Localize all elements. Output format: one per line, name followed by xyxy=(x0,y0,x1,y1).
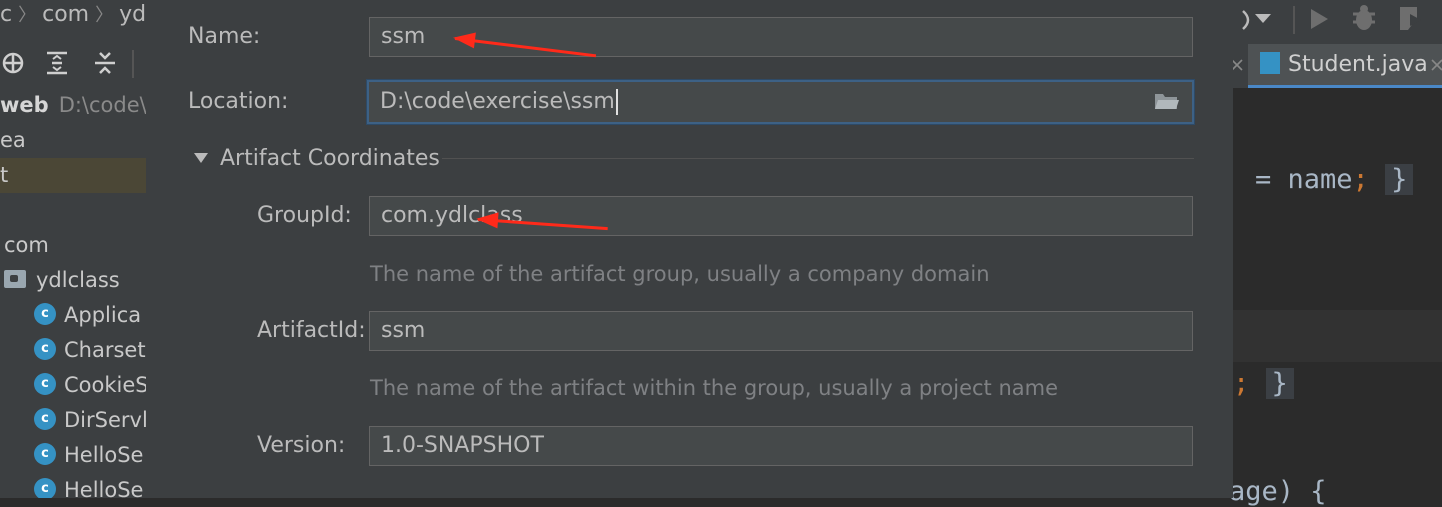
tree-row-label: HelloSe xyxy=(64,478,144,498)
collapse-all-icon[interactable] xyxy=(92,50,118,76)
tree-row[interactable]: ea xyxy=(0,123,146,158)
coverage-icon[interactable] xyxy=(1397,4,1423,32)
section-divider xyxy=(442,158,1194,159)
tree-row-package[interactable]: ydlclass xyxy=(0,263,146,298)
expand-all-icon[interactable] xyxy=(44,50,70,76)
class-icon: c xyxy=(34,373,56,395)
groupid-hint: The name of the artifact group, usually … xyxy=(370,262,990,286)
tree-row-label: t xyxy=(0,163,9,187)
tree-row-label: Charset xyxy=(64,338,146,362)
chevron-right-icon: 〉 xyxy=(95,5,114,26)
breadcrumb-item[interactable]: ydl xyxy=(119,0,146,30)
location-value: D:\code\exercise\ssm xyxy=(380,89,615,114)
chevron-right-icon: 〉 xyxy=(18,5,37,26)
tree-row-label: CookieS xyxy=(64,373,146,397)
name-label: Name: xyxy=(188,24,261,49)
version-label: Version: xyxy=(257,433,346,458)
text-caret xyxy=(615,89,618,115)
tree-row-label: ea xyxy=(0,128,26,152)
tree-row-label: HelloSe xyxy=(64,443,144,467)
toolbar-divider xyxy=(1293,6,1295,34)
package-folder-icon xyxy=(4,270,26,288)
class-icon: c xyxy=(34,443,56,465)
toolbar-divider xyxy=(132,50,134,78)
artifact-coordinates-section[interactable]: Artifact Coordinates xyxy=(220,146,440,171)
module-name: web xyxy=(0,93,49,117)
module-path: D:\code\ xyxy=(58,93,146,117)
run-icon[interactable] xyxy=(1307,6,1331,32)
artifactid-field[interactable]: ssm xyxy=(369,311,1193,351)
breadcrumb: c〉com〉ydl xyxy=(0,0,146,32)
tab-label: Student.java xyxy=(1288,52,1428,77)
current-line-highlight xyxy=(1233,310,1442,362)
tree-row-root[interactable]: web D:\code\ xyxy=(0,88,146,123)
location-field[interactable]: D:\code\exercise\ssm xyxy=(367,80,1194,124)
code-line: ; } xyxy=(1233,368,1294,399)
location-label: Location: xyxy=(188,89,289,114)
tab-student-java[interactable]: Student.java xyxy=(1248,44,1442,88)
artifactid-hint: The name of the artifact within the grou… xyxy=(370,376,1059,400)
class-icon: c xyxy=(34,303,56,325)
close-icon[interactable] xyxy=(1431,58,1442,72)
version-field[interactable]: 1.0-SNAPSHOT xyxy=(369,426,1193,466)
project-toolbar xyxy=(0,44,146,84)
breadcrumb-item[interactable]: c xyxy=(0,0,12,30)
tree-row-class[interactable]: c Charset xyxy=(0,333,146,368)
class-icon: c xyxy=(34,408,56,430)
tree-row-label: Applica xyxy=(64,303,142,327)
tree-row-package[interactable]: com xyxy=(0,228,146,263)
tree-row[interactable] xyxy=(0,193,146,228)
browse-folder-icon[interactable] xyxy=(1154,91,1180,111)
triangle-down-icon[interactable] xyxy=(194,152,208,164)
tree-row-selected[interactable]: t xyxy=(0,158,146,193)
class-icon: c xyxy=(34,338,56,360)
class-icon: c xyxy=(34,478,56,498)
project-panel: c〉com〉ydl webD:\code\ ea t com xyxy=(0,0,146,498)
code-editor[interactable]: = name; } ; } age) { xyxy=(1229,88,1442,507)
code-line: = name; } xyxy=(1255,164,1414,195)
tree-row-label: DirServl xyxy=(64,408,146,432)
breadcrumb-item[interactable]: com xyxy=(42,0,89,30)
code-line: age) { xyxy=(1229,476,1327,507)
run-toolbar xyxy=(1233,0,1442,44)
name-field[interactable]: ssm xyxy=(369,17,1193,57)
tree-row-class[interactable]: c HelloSe xyxy=(0,438,146,473)
editor-tabs: Student.java xyxy=(1231,44,1442,88)
tree-row-class[interactable]: c DirServl xyxy=(0,403,146,438)
locate-target-icon[interactable] xyxy=(0,50,26,76)
groupid-label: GroupId: xyxy=(257,203,352,228)
tree-row-class[interactable]: c Applica xyxy=(0,298,146,333)
tree-row-class[interactable]: c HelloSe xyxy=(0,473,146,498)
debug-icon[interactable] xyxy=(1351,4,1377,32)
tree-row-label: com xyxy=(4,233,49,257)
tree-row-class[interactable]: c CookieS xyxy=(0,368,146,403)
java-file-icon xyxy=(1260,52,1280,74)
artifactid-label: ArtifactId: xyxy=(257,318,366,343)
new-project-dialog: Name: ssm Location: D:\code\exercise\ssm… xyxy=(146,0,1233,498)
chevron-down-icon[interactable] xyxy=(1253,10,1273,26)
tree-row-label: ydlclass xyxy=(36,268,120,292)
